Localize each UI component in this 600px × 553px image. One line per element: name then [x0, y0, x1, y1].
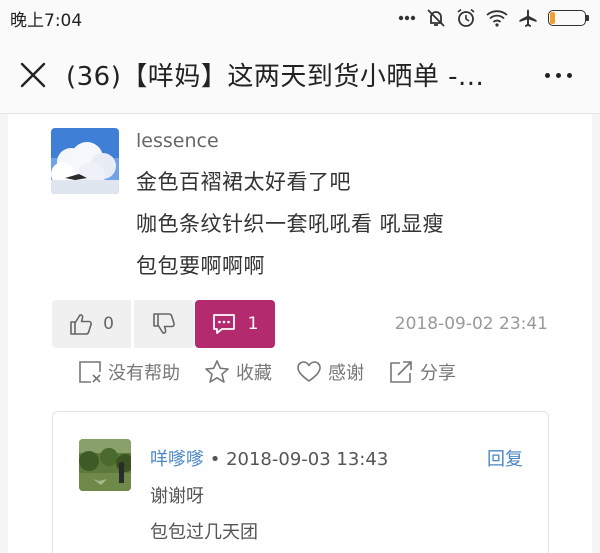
share-label: 分享 — [420, 363, 456, 384]
vote-row: 0 — [52, 300, 194, 348]
unhelpful-icon — [79, 361, 101, 383]
avatar-image — [51, 128, 119, 194]
unhelpful-button[interactable]: 没有帮助 — [78, 359, 180, 385]
comment-text-line: 咖色条纹针织一套吼吼看 吼显瘦 — [136, 212, 445, 236]
reply-avatar-image — [79, 439, 131, 491]
reply-count-button[interactable]: 1 — [195, 300, 275, 348]
reply-count: 1 — [247, 314, 259, 334]
reply-box: 咩嗲嗲 • 2018-09-03 13:43 回复 谢谢呀 包包过几天团 — [52, 411, 549, 553]
battery-fill — [550, 12, 555, 24]
heart-icon — [297, 361, 321, 382]
more-button[interactable] — [538, 62, 578, 88]
comment-icon — [212, 314, 235, 334]
unhelpful-label: 没有帮助 — [108, 363, 180, 384]
comment-text-line: 金色百褶裙太好看了吧 — [136, 170, 351, 194]
mute-icon — [427, 9, 445, 27]
more-icon-dot — [566, 72, 572, 78]
reply-text-line: 包包过几天团 — [150, 522, 258, 543]
star-icon — [205, 360, 229, 383]
page-title: (36)【咩妈】这两天到货小晒单 -... — [66, 62, 485, 92]
thumbs-down-icon — [153, 313, 175, 334]
thanks-label: 感谢 — [328, 363, 364, 384]
dislike-button[interactable] — [134, 300, 194, 348]
comment-username[interactable]: lessence — [136, 130, 219, 152]
close-icon — [20, 62, 46, 87]
reply-separator: • — [204, 449, 227, 470]
favorite-button[interactable]: 收藏 — [204, 359, 272, 385]
tool-row: 没有帮助 收藏 感谢 分享 — [78, 358, 480, 386]
thumbs-up-icon — [70, 314, 92, 335]
alarm-icon — [457, 8, 475, 27]
airplane-icon — [519, 9, 537, 27]
wifi-icon — [486, 10, 508, 27]
reply-timestamp: 2018-09-03 13:43 — [226, 449, 389, 470]
reply-username[interactable]: 咩嗲嗲 — [150, 449, 204, 470]
more-icon-dot — [555, 72, 561, 78]
title-bar: (36)【咩妈】这两天到货小晒单 -... — [0, 36, 600, 114]
reply-avatar[interactable] — [79, 439, 131, 491]
comment-text-line: 包包要啊啊啊 — [136, 254, 265, 278]
reply-text-line: 谢谢呀 — [150, 486, 204, 507]
avatar[interactable] — [51, 128, 119, 194]
close-button[interactable] — [0, 36, 66, 114]
more-icon — [544, 72, 550, 78]
status-bar: 晚上7:04 — [0, 0, 600, 36]
status-icons — [398, 8, 589, 28]
like-button[interactable]: 0 — [52, 300, 131, 348]
favorite-label: 收藏 — [236, 363, 272, 384]
status-time: 晚上7:04 — [10, 10, 83, 31]
share-icon — [390, 361, 412, 383]
like-count: 0 — [103, 314, 114, 334]
more-dots-icon — [398, 15, 416, 21]
thanks-button[interactable]: 感谢 — [296, 359, 364, 385]
reply-header: 咩嗲嗲 • 2018-09-03 13:43 — [150, 445, 388, 471]
comment-timestamp: 2018-09-02 23:41 — [394, 314, 548, 334]
reply-button[interactable]: 回复 — [487, 445, 523, 471]
battery-icon — [548, 10, 589, 26]
share-button[interactable]: 分享 — [388, 359, 456, 385]
comment-card: lessence 金色百褶裙太好看了吧 咖色条纹针织一套吼吼看 吼显瘦 包包要啊… — [8, 114, 592, 553]
